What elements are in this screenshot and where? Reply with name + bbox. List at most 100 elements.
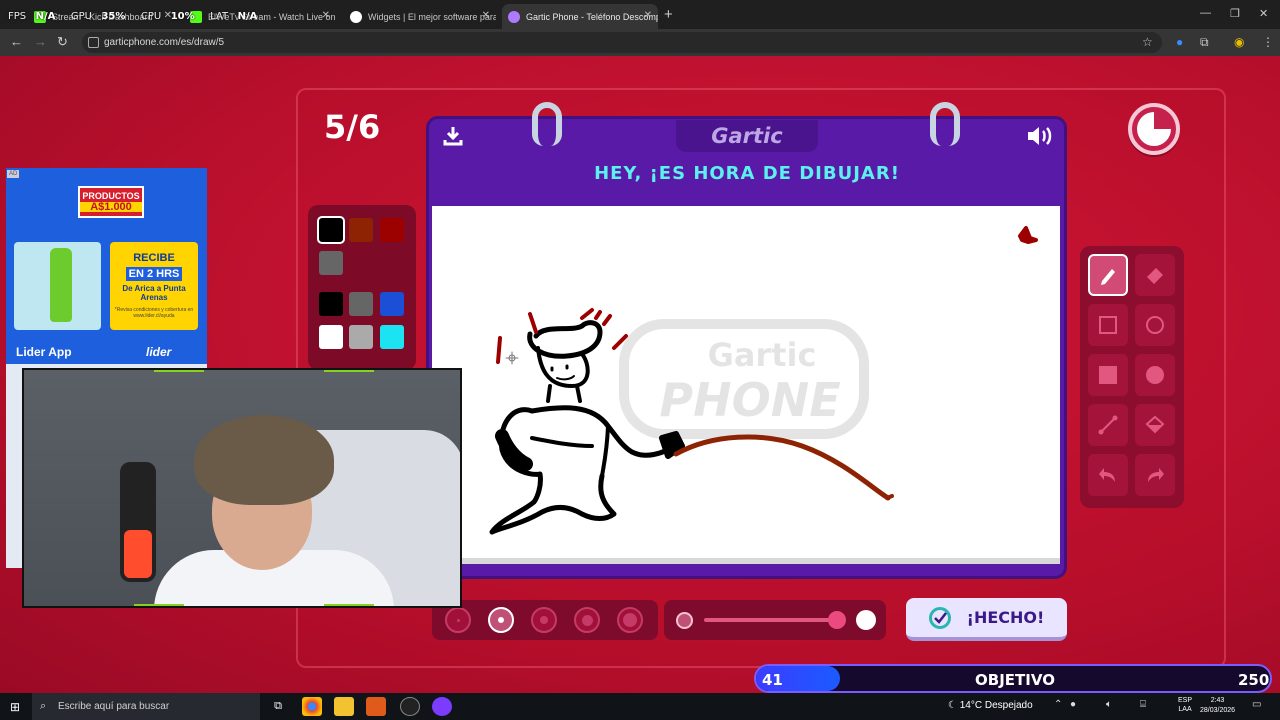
watermark-top: Gartic (708, 336, 817, 374)
profile-avatar[interactable]: ◉ (1234, 35, 1244, 49)
lang-layout: LAA (1178, 706, 1192, 713)
color-swatch[interactable] (380, 292, 404, 316)
tray-chevron-icon[interactable]: ⌃ (1054, 699, 1062, 710)
minimize-button[interactable]: — (1200, 7, 1211, 19)
stat-value: N/A (35, 11, 56, 22)
volume-icon[interactable]: 🔈︎ (1106, 699, 1112, 710)
site-info-icon[interactable] (88, 37, 99, 48)
restore-button[interactable]: ❐ (1230, 7, 1240, 20)
volume-icon[interactable] (1025, 124, 1053, 154)
browser-tab-active[interactable]: Gartic Phone - Teléfono Descompuesto ✕ (502, 4, 658, 29)
close-window-button[interactable]: ✕ (1259, 7, 1268, 20)
fill-tool[interactable] (1135, 404, 1175, 446)
color-swatch[interactable] (380, 325, 404, 349)
circle-fill-icon (1146, 366, 1164, 384)
webcam-frame-accent (324, 370, 374, 372)
app-icon[interactable] (432, 697, 452, 716)
drawing-canvas[interactable]: Gartic PHONE (432, 206, 1060, 564)
opacity-min-icon (676, 612, 693, 629)
windows-start-icon[interactable]: ⊞ (10, 700, 20, 714)
stat-cpu: CPU 10% (141, 11, 201, 22)
close-icon[interactable]: ✕ (322, 10, 330, 21)
ad-badge: PRODUCTOS A$1.000 (78, 186, 144, 218)
obs-icon[interactable] (400, 697, 420, 716)
canvas-drawing: Gartic PHONE (489, 226, 1038, 535)
network-icon[interactable]: ⌸ (1140, 699, 1146, 710)
puzzle-icon[interactable]: ⧉ (1200, 35, 1209, 50)
close-icon[interactable]: ✕ (482, 10, 490, 21)
redo-button[interactable] (1135, 454, 1175, 496)
ad-product-image (14, 242, 101, 330)
forward-icon[interactable]: → (34, 34, 47, 49)
ellipse-tool[interactable] (1135, 304, 1175, 346)
back-icon[interactable]: ← (10, 34, 23, 49)
color-swatch[interactable] (380, 218, 404, 242)
color-palette (308, 205, 416, 370)
clock[interactable]: 2:43 28/03/2026 (1200, 696, 1235, 716)
logo-text: Gartic (711, 124, 783, 148)
task-view-icon[interactable]: ⧉ (268, 697, 288, 716)
goal-title: OBJETIVO SEGUIDORES (961, 671, 1070, 691)
notifications-icon[interactable]: ▭ (1252, 699, 1261, 710)
brush-size-option[interactable] (488, 607, 514, 633)
close-icon[interactable]: ✕ (644, 10, 652, 21)
filled-rectangle-tool[interactable] (1088, 354, 1128, 396)
performance-overlay: FPS N/A GPU 35% CPU 10% LAT N/A (8, 11, 269, 22)
ad-badge-label: PRODUCTOS (82, 191, 140, 201)
brush-size-option[interactable] (531, 607, 557, 633)
watermark-bottom: PHONE (659, 373, 840, 427)
extension-icon[interactable]: ● (1176, 35, 1183, 49)
draw-prompt: HEY, ¡ES HORA DE DIBUJAR! (594, 163, 900, 184)
timer (1128, 103, 1180, 155)
color-swatch[interactable] (349, 325, 373, 349)
language-indicator[interactable]: ESP LAA (1178, 696, 1192, 714)
color-swatch[interactable] (319, 325, 343, 349)
bookmark-star-icon[interactable]: ☆ (1142, 35, 1153, 49)
url-field[interactable]: garticphone.com/es/draw/5 (82, 32, 1162, 53)
app-icon[interactable] (366, 697, 386, 716)
fill-bucket-icon (1145, 415, 1165, 434)
done-button[interactable]: ¡HECHO! (906, 598, 1067, 641)
file-explorer-icon[interactable] (334, 697, 354, 716)
brush-dot (581, 614, 593, 626)
opacity-thumb[interactable] (828, 611, 846, 629)
webcam-overlay (22, 368, 462, 608)
rectangle-tool[interactable] (1088, 304, 1128, 346)
windows-taskbar: ⊞ ⌕ Escribe aquí para buscar ⧉ ☾ 14°C De… (0, 693, 1280, 720)
weather-widget[interactable]: ☾ 14°C Despejado (948, 700, 1033, 711)
browser-tab[interactable]: Widgets | El mejor software para streame… (344, 4, 496, 29)
pencil-icon (1101, 269, 1115, 285)
timer-pie (1137, 112, 1171, 146)
reload-icon[interactable]: ↻ (57, 34, 68, 50)
stat-label: LAT (210, 11, 229, 22)
brush-size-option[interactable] (617, 607, 643, 633)
chrome-icon[interactable] (302, 697, 322, 716)
url-text: garticphone.com/es/draw/5 (104, 37, 225, 48)
ad-promo-line1: RECIBE (133, 252, 175, 264)
pencil-tool[interactable] (1088, 254, 1128, 296)
new-tab-button[interactable]: + (664, 6, 673, 23)
color-swatch[interactable] (319, 292, 343, 316)
address-bar-row: ← → ↻ garticphone.com/es/draw/5 ☆ ● ⧉ ◉ … (0, 29, 1280, 56)
square-outline-icon (1099, 316, 1117, 334)
undo-button[interactable] (1088, 454, 1128, 496)
download-icon[interactable] (442, 125, 464, 153)
color-swatch[interactable] (349, 292, 373, 316)
color-swatch[interactable] (349, 218, 373, 242)
webcam-frame-accent (154, 370, 204, 372)
menu-icon[interactable]: ⋮ (1262, 35, 1274, 49)
taskbar-search[interactable]: ⌕ Escribe aquí para buscar (32, 693, 260, 720)
color-swatch[interactable] (319, 251, 343, 275)
filled-ellipse-tool[interactable] (1135, 354, 1175, 396)
ad-top: AD PRODUCTOS A$1.000 RECIBE EN 2 HRS De … (6, 168, 207, 364)
brush-size-option[interactable] (574, 607, 600, 633)
ad-promo-small: *Revisa condiciones y cobertura en www.l… (114, 307, 194, 319)
microphone-icon[interactable]: ● (1070, 699, 1076, 710)
follower-goal-bar: 41 OBJETIVO SEGUIDORES 250 (754, 664, 1272, 693)
check-svg (933, 611, 947, 624)
color-swatch[interactable] (317, 216, 345, 244)
download-svg (443, 127, 463, 146)
brush-size-option[interactable] (445, 607, 471, 633)
eraser-tool[interactable] (1135, 254, 1175, 296)
line-tool[interactable] (1088, 404, 1128, 446)
